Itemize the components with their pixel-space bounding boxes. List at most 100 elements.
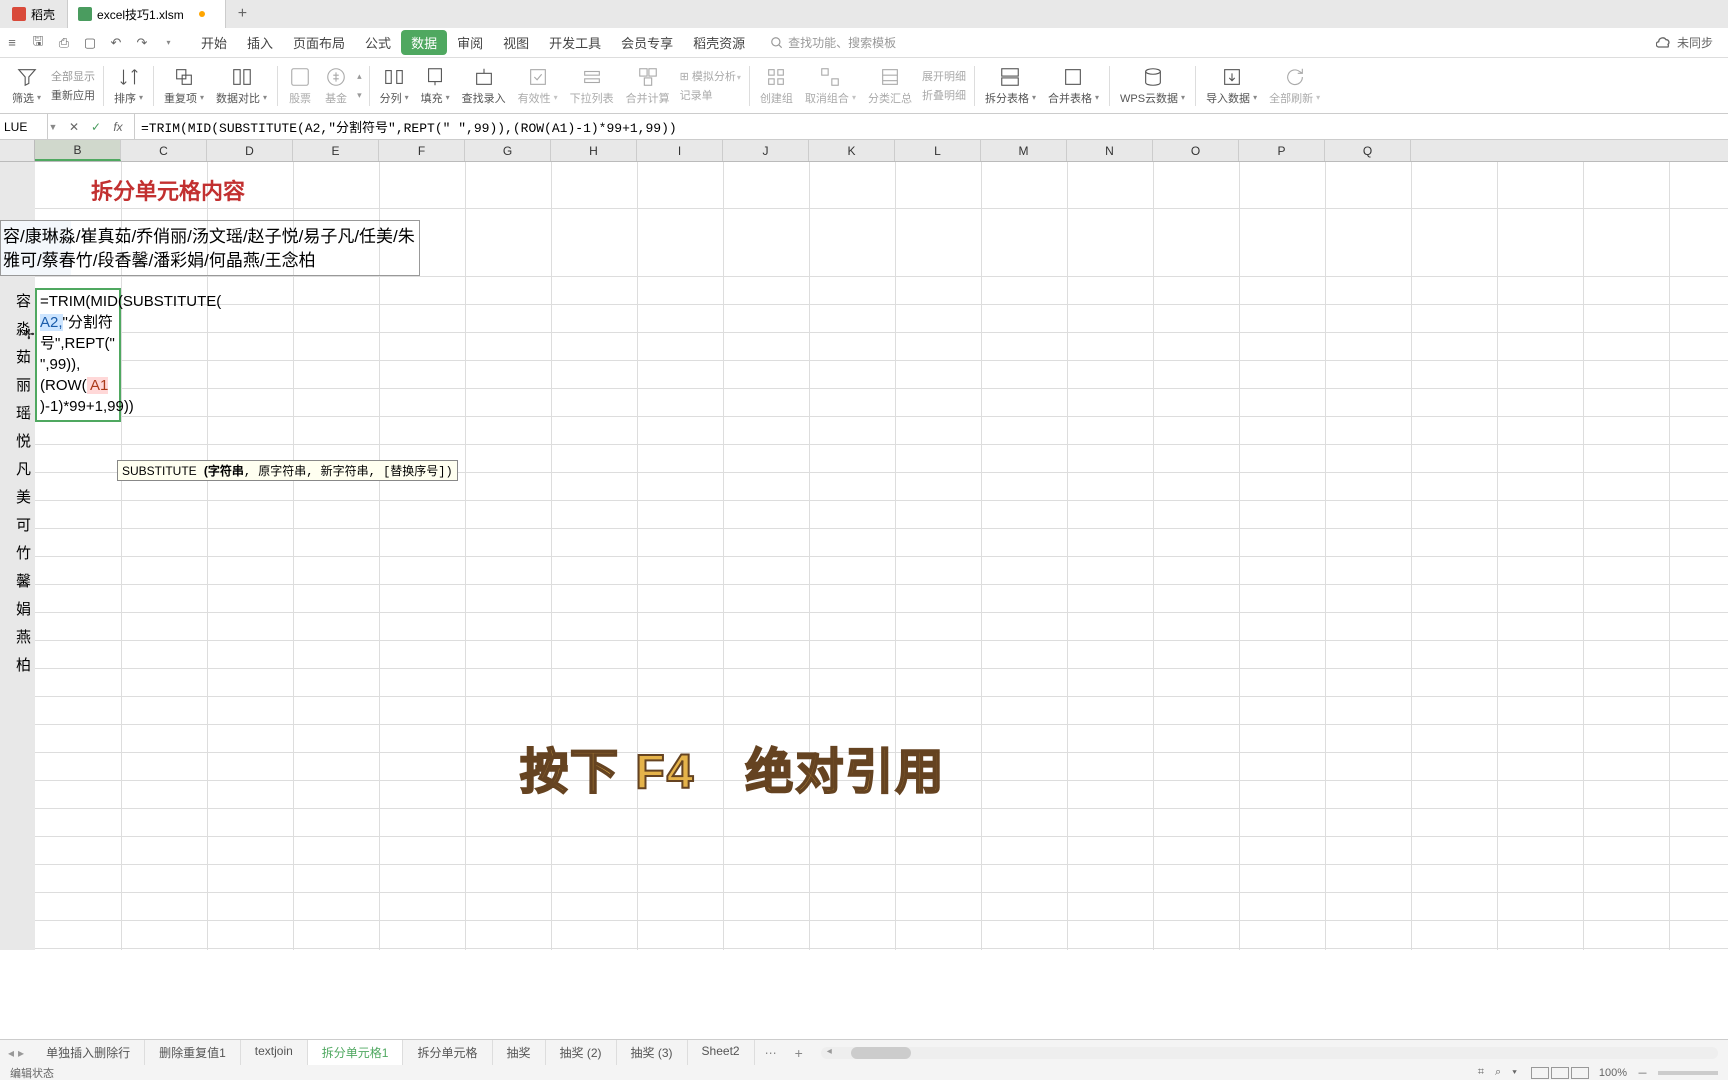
col-header-Q[interactable]: Q xyxy=(1325,140,1411,161)
select-all-corner[interactable] xyxy=(0,140,35,161)
menu-layout[interactable]: 页面布局 xyxy=(283,29,355,56)
merge-calc-button[interactable]: 合并计算 xyxy=(620,66,676,106)
cell-a11[interactable]: 美 xyxy=(0,486,33,507)
col-header-O[interactable]: O xyxy=(1153,140,1239,161)
split-button[interactable]: 分列 xyxy=(374,66,415,106)
col-header-H[interactable]: H xyxy=(551,140,637,161)
cell-a16[interactable]: 燕 xyxy=(0,626,33,647)
cells-area[interactable]: 拆分单元格内容 容/康琳淼/崔真茹/乔俏丽/汤文瑶/赵子悦/易子凡/任美/朱雅可… xyxy=(35,162,1728,950)
menu-dev[interactable]: 开发工具 xyxy=(539,29,611,56)
sheet-last-icon[interactable]: ▸ xyxy=(18,1046,24,1060)
cell-a7[interactable]: 丽 xyxy=(0,374,33,395)
save-icon[interactable]: 🖫 xyxy=(30,35,46,51)
sheet-tab-4[interactable]: 拆分单元格 xyxy=(403,1040,492,1065)
dup-button[interactable]: 重复项 xyxy=(158,66,210,106)
col-header-B[interactable]: B xyxy=(35,140,121,161)
view-break-button[interactable] xyxy=(1571,1067,1589,1079)
col-header-C[interactable]: C xyxy=(121,140,207,161)
search-box[interactable]: 查找功能、搜索模板 xyxy=(770,34,896,51)
sheet-add-button[interactable]: + xyxy=(787,1045,811,1061)
refresh-button[interactable]: 全部刷新 xyxy=(1263,66,1326,106)
redo-icon[interactable]: ↷ xyxy=(134,35,150,51)
scrollbar-thumb[interactable] xyxy=(851,1047,911,1059)
merge-tbl-button[interactable]: 合并表格 xyxy=(1042,66,1105,106)
wps-cloud-button[interactable]: WPS云数据 xyxy=(1114,66,1191,106)
col-header-G[interactable]: G xyxy=(465,140,551,161)
cell-a4[interactable]: 容 xyxy=(0,290,33,311)
filter-button[interactable]: 筛选 xyxy=(6,66,47,106)
menu-review[interactable]: 审阅 xyxy=(447,29,493,56)
cell-a15[interactable]: 娟 xyxy=(0,598,33,619)
currency-button[interactable]: 基金 xyxy=(318,66,354,106)
sheet-first-icon[interactable]: ◂ xyxy=(8,1046,14,1060)
sheet-tab-1[interactable]: 删除重复值1 xyxy=(145,1040,241,1065)
import-button[interactable]: 导入数据 xyxy=(1200,66,1263,106)
col-header-E[interactable]: E xyxy=(293,140,379,161)
col-header-L[interactable]: L xyxy=(895,140,981,161)
sheet-more-button[interactable]: ⋯ xyxy=(755,1046,787,1060)
file-tab[interactable]: excel技巧1.xlsm xyxy=(68,0,226,28)
valid-button[interactable]: 有效性 xyxy=(512,66,564,106)
sheet-tab-3[interactable]: 拆分单元格1 xyxy=(308,1040,404,1065)
cell-a10[interactable]: 凡 xyxy=(0,458,33,479)
cancel-formula-button[interactable]: ✕ xyxy=(66,120,82,134)
view-layout-button[interactable] xyxy=(1551,1067,1569,1079)
split-tbl-button[interactable]: 拆分表格 xyxy=(979,66,1042,106)
sheet-tab-5[interactable]: 抽奖 xyxy=(493,1040,546,1065)
col-header-F[interactable]: F xyxy=(379,140,465,161)
reapply-button[interactable]: 重新应用 xyxy=(51,87,95,103)
stock-button[interactable]: 股票 xyxy=(282,66,318,106)
horizontal-scrollbar[interactable]: ◂ xyxy=(821,1047,1718,1059)
all-show-button[interactable]: 全部显示 xyxy=(51,68,95,84)
name-box-dropdown[interactable]: ▼ xyxy=(48,122,58,132)
menu-icon[interactable]: ≡ xyxy=(4,35,20,51)
view-normal-button[interactable] xyxy=(1531,1067,1549,1079)
col-header-N[interactable]: N xyxy=(1067,140,1153,161)
qat-more-icon[interactable] xyxy=(160,35,176,51)
sheet-tab-2[interactable]: textjoin xyxy=(241,1040,308,1065)
record-button[interactable]: 记录单 xyxy=(680,87,741,103)
menu-resource[interactable]: 稻壳资源 xyxy=(683,29,755,56)
fx-button[interactable]: fx xyxy=(110,120,126,134)
editing-cell[interactable]: =TRIM(MID(SUBSTITUTE( A2,"分割符号",REPT(" "… xyxy=(35,288,121,422)
print-icon[interactable]: ⎙ xyxy=(56,35,72,51)
menu-insert[interactable]: 插入 xyxy=(237,29,283,56)
cell-a13[interactable]: 竹 xyxy=(0,542,33,563)
status-icons[interactable]: ⌗ ⌕ ▾ xyxy=(1478,1066,1521,1079)
zoom-slider[interactable] xyxy=(1658,1071,1718,1075)
col-header-D[interactable]: D xyxy=(207,140,293,161)
preview-icon[interactable]: ▢ xyxy=(82,35,98,51)
formula-input[interactable]: =TRIM(MID(SUBSTITUTE(A2,"分割符号",REPT(" ",… xyxy=(135,117,1728,136)
fill-button[interactable]: 填充 xyxy=(415,66,456,106)
find-button[interactable]: 查找录入 xyxy=(456,66,512,106)
add-tab-button[interactable]: + xyxy=(226,5,259,23)
sim-button[interactable]: ⊞ 模拟分析 xyxy=(680,68,741,84)
cell-a12[interactable]: 可 xyxy=(0,514,33,535)
accept-formula-button[interactable]: ✓ xyxy=(88,120,104,134)
sheet-tab-7[interactable]: 抽奖 (3) xyxy=(617,1040,688,1065)
sheet-tab-6[interactable]: 抽奖 (2) xyxy=(546,1040,617,1065)
sheet-tab-0[interactable]: 单独插入删除行 xyxy=(32,1040,145,1065)
name-box[interactable]: LUE xyxy=(0,114,48,139)
group-button[interactable]: 创建组 xyxy=(754,66,799,106)
expand-button[interactable]: 展开明细 xyxy=(922,68,966,84)
col-header-J[interactable]: J xyxy=(723,140,809,161)
cell-a9[interactable]: 悦 xyxy=(0,430,33,451)
dropdown-button[interactable]: 下拉列表 xyxy=(564,66,620,106)
cell-a6[interactable]: 茹 xyxy=(0,346,33,367)
spreadsheet-grid[interactable]: BCDEFGHIJKLMNOPQ 拆分单元格内容 容/康琳淼/崔真茹/乔俏丽/汤… xyxy=(0,140,1728,950)
menu-member[interactable]: 会员专享 xyxy=(611,29,683,56)
menu-view[interactable]: 视图 xyxy=(493,29,539,56)
cell-a17[interactable]: 柏 xyxy=(0,654,33,675)
sort-button[interactable]: 排序 xyxy=(108,66,149,106)
cell-a8[interactable]: 瑶 xyxy=(0,402,33,423)
ungroup-button[interactable]: 取消组合 xyxy=(799,66,862,106)
undo-icon[interactable]: ↶ xyxy=(108,35,124,51)
cell-a2[interactable]: 容/康琳淼/崔真茹/乔俏丽/汤文瑶/赵子悦/易子凡/任美/朱雅可/蔡春竹/段香馨… xyxy=(0,220,420,276)
col-header-P[interactable]: P xyxy=(1239,140,1325,161)
subtotal-button[interactable]: 分类汇总 xyxy=(862,66,918,106)
sync-status[interactable]: 未同步 xyxy=(1656,34,1728,51)
col-header-K[interactable]: K xyxy=(809,140,895,161)
col-header-I[interactable]: I xyxy=(637,140,723,161)
menu-data[interactable]: 数据 xyxy=(401,30,447,55)
